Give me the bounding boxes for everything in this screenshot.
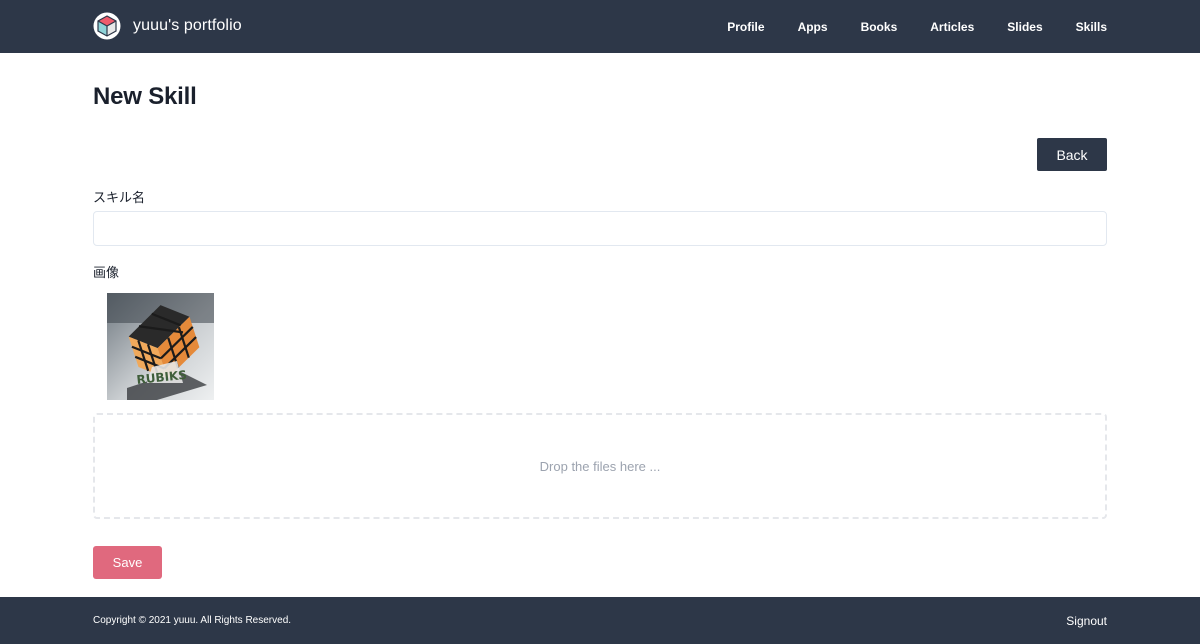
nav-apps[interactable]: Apps (798, 20, 828, 34)
save-button[interactable]: Save (93, 546, 162, 579)
back-button[interactable]: Back (1037, 138, 1107, 171)
nav-articles[interactable]: Articles (930, 20, 974, 34)
page-title: New Skill (93, 83, 197, 110)
file-dropzone[interactable]: Drop the files here ... (93, 413, 1107, 519)
site-footer: Copyright © 2021 yuuu. All Rights Reserv… (0, 597, 1200, 644)
brand-link[interactable]: yuuu's portfolio (93, 12, 242, 40)
copyright-text: Copyright © 2021 yuuu. All Rights Reserv… (93, 615, 292, 626)
dropzone-text: Drop the files here ... (539, 458, 661, 474)
site-header: yuuu's portfolio Profile Apps Books Arti… (0, 0, 1200, 53)
skill-name-label: スキル名 (93, 191, 146, 206)
signout-link[interactable]: Signout (1066, 614, 1107, 628)
skill-name-input[interactable] (93, 211, 1107, 246)
nav-slides[interactable]: Slides (1007, 20, 1042, 34)
main-nav: Profile Apps Books Articles Slides Skill… (694, 0, 1107, 53)
cube-logo-icon (93, 12, 121, 40)
nav-skills[interactable]: Skills (1076, 20, 1107, 34)
brand-title: yuuu's portfolio (133, 17, 242, 34)
image-label: 画像 (93, 266, 120, 281)
nav-books[interactable]: Books (861, 20, 898, 34)
nav-profile[interactable]: Profile (727, 20, 764, 34)
image-preview: RUBIKS (107, 293, 214, 400)
